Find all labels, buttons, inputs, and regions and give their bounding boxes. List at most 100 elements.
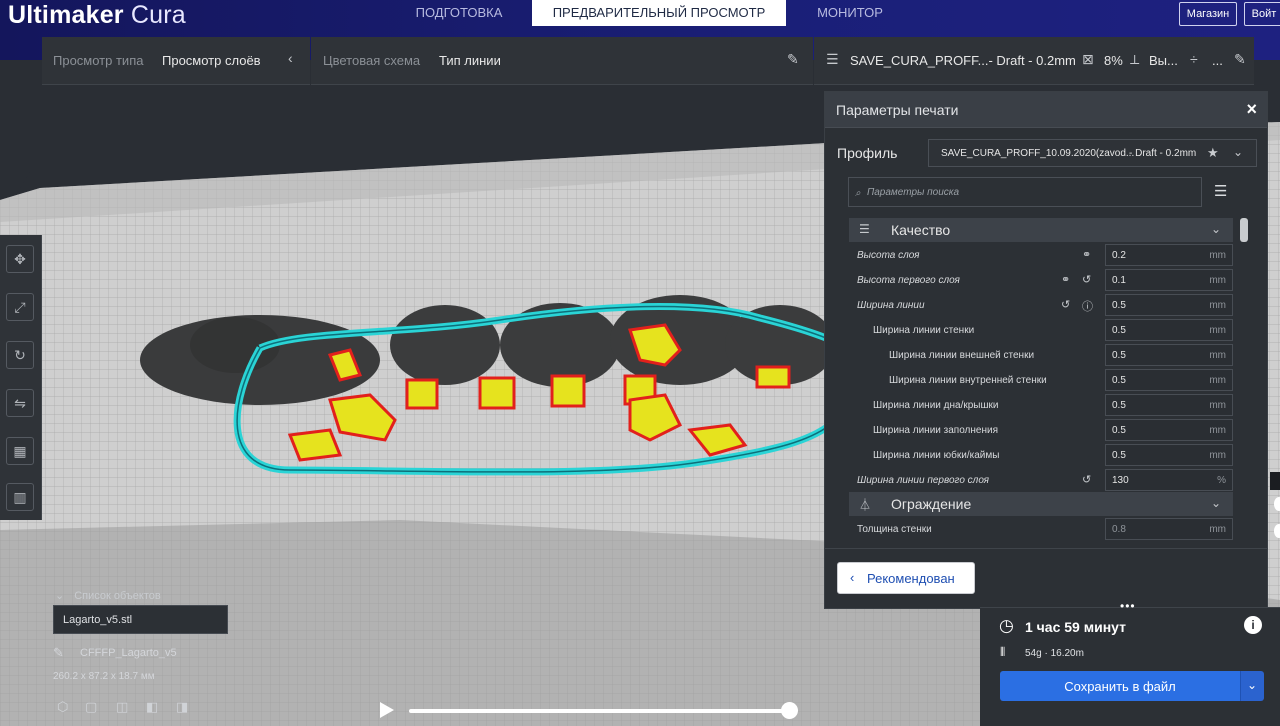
object-list-item[interactable]: Lagarto_v5.stl xyxy=(53,605,228,634)
setting-field[interactable]: 0.5 mm xyxy=(1105,319,1233,341)
rotate-tool-icon[interactable]: ↻ xyxy=(6,341,34,369)
profile-summary: SAVE_CURA_PROFF...- Draft - 0.2mm xyxy=(850,53,1076,68)
profile-quality: - Draft - 0.2mm xyxy=(1129,148,1197,159)
setting-field[interactable]: 0.5 mm xyxy=(1105,294,1233,316)
clock-icon: ◷ xyxy=(999,616,1014,635)
settings-search-input[interactable]: ⌕ Параметры поиска xyxy=(848,177,1202,207)
app-logo: Ultimaker Cura xyxy=(8,1,186,29)
signin-button[interactable]: Войт xyxy=(1244,2,1280,26)
recommended-button[interactable]: ‹ Рекомендован xyxy=(837,562,975,594)
search-icon: ⌕ xyxy=(855,188,861,199)
reset-icon[interactable]: ↺ xyxy=(1061,298,1070,311)
pencil-icon: ✎ xyxy=(787,51,799,67)
scale-tool-icon[interactable]: ⤢ xyxy=(6,293,34,321)
support-value: Вы... xyxy=(1149,53,1178,68)
category-quality[interactable]: ☰ Качество ⌄ xyxy=(849,218,1233,242)
setting-field[interactable]: 0.5 mm xyxy=(1105,394,1233,416)
tool-sidebar: ✥ ⤢ ↻ ⇋ ▦ ▥ xyxy=(0,235,42,520)
save-options-dropdown[interactable]: ⌄ xyxy=(1240,671,1264,701)
setting-field[interactable]: 0.1 mm xyxy=(1105,269,1233,291)
layer-slider-handle[interactable] xyxy=(1274,497,1280,511)
profile-label: Профиль xyxy=(837,145,898,161)
support-blocker-icon[interactable]: ▥ xyxy=(6,483,34,511)
setting-field[interactable]: 0.2 mm xyxy=(1105,244,1233,266)
setting-label: Высота первого слоя xyxy=(857,275,960,286)
print-settings-summary[interactable]: ☰ SAVE_CURA_PROFF...- Draft - 0.2mm ⊠ 8%… xyxy=(814,37,1254,85)
search-placeholder: Параметры поиска xyxy=(867,187,960,198)
move-tool-icon[interactable]: ✥ xyxy=(6,245,34,273)
model-dimensions: 260.2 x 87.2 x 18.7 мм xyxy=(53,671,155,682)
view-type-selector[interactable]: Просмотр типа Просмотр слоёв ‹ xyxy=(42,37,310,85)
reset-icon[interactable]: ↺ xyxy=(1082,473,1091,486)
play-icon[interactable] xyxy=(380,702,394,718)
setting-label: Ширина линии внешней стенки xyxy=(889,350,1035,361)
support-icon: ⟂ xyxy=(1130,51,1140,67)
front-view-icon[interactable]: ▢ xyxy=(85,699,101,715)
adhesion-icon: ÷ xyxy=(1190,51,1198,67)
spool-icon: ⦀ xyxy=(1000,645,1006,659)
per-model-settings-icon[interactable]: ▦ xyxy=(6,437,34,465)
print-estimate-panel: ••• ◷ 1 час 59 минут i ⦀ 54g · 16.20m Со… xyxy=(980,599,1280,726)
more-icon[interactable]: ••• xyxy=(1120,599,1136,613)
layer-slider-value[interactable] xyxy=(1270,472,1280,490)
setting-field[interactable]: 0.5 mm xyxy=(1105,419,1233,441)
category-title: Ограждение xyxy=(891,496,972,512)
chevron-down-icon: ⌄ xyxy=(1210,496,1221,510)
reset-icon[interactable]: ↺ xyxy=(1082,273,1091,286)
chevron-down-icon: ⌄ xyxy=(55,590,65,602)
chevron-left-icon: ‹ xyxy=(850,570,855,585)
panel-scrollbar[interactable] xyxy=(1240,218,1248,242)
profile-name: SAVE_CURA_PROFF_10.09.2020(zavod... xyxy=(941,148,1135,159)
pencil-icon[interactable]: ✎ xyxy=(53,645,64,661)
setting-label: Высота слоя xyxy=(857,250,920,261)
chevron-down-icon: ⌄ xyxy=(1247,678,1258,692)
tab-preview[interactable]: ПРЕДВАРИТЕЛЬНЫЙ ПРОСМОТР xyxy=(532,0,786,26)
setting-field[interactable]: 0.5 mm xyxy=(1105,369,1233,391)
pencil-icon: ✎ xyxy=(1234,51,1246,67)
view-type-value: Просмотр слоёв xyxy=(162,53,261,68)
category-shell[interactable]: ⏃ Ограждение ⌄ xyxy=(849,492,1233,516)
adhesion-value: ... xyxy=(1212,53,1223,68)
info-icon: ⓘ xyxy=(1082,301,1093,313)
color-scheme-label: Цветовая схема xyxy=(323,53,421,68)
layer-slider-handle[interactable] xyxy=(1274,524,1280,538)
slider-handle[interactable] xyxy=(781,702,798,719)
mirror-tool-icon[interactable]: ⇋ xyxy=(6,389,34,417)
setting-label: Ширина линии внутренней стенки xyxy=(889,375,1047,386)
setting-field[interactable]: 0.5 mm xyxy=(1105,444,1233,466)
material-usage: 54g · 16.20m xyxy=(1025,648,1084,659)
link-icon: ⚭ xyxy=(1082,249,1092,261)
divider xyxy=(825,548,1267,549)
view-type-label: Просмотр типа xyxy=(53,53,144,68)
simulation-slider[interactable] xyxy=(409,709,790,713)
menu-icon[interactable]: ☰ xyxy=(1214,182,1227,200)
tab-monitor[interactable]: МОНИТОР xyxy=(796,0,904,26)
job-name: CFFFP_Lagarto_v5 xyxy=(80,647,177,659)
color-scheme-selector[interactable]: Цветовая схема Тип линии ✎ xyxy=(311,37,813,85)
top-view-icon[interactable]: ◫ xyxy=(116,699,132,715)
tab-prepare[interactable]: ПОДГОТОВКА xyxy=(395,0,523,26)
setting-field[interactable]: 0.5 mm xyxy=(1105,344,1233,366)
profile-dropdown[interactable]: SAVE_CURA_PROFF_10.09.2020(zavod... - Dr… xyxy=(928,139,1257,167)
setting-label: Ширина линии стенки xyxy=(873,325,975,336)
profile-icon: ☰ xyxy=(826,51,839,67)
close-icon[interactable]: × xyxy=(1246,99,1257,120)
left-view-icon[interactable]: ◧ xyxy=(146,699,162,715)
info-icon[interactable]: i xyxy=(1244,616,1262,634)
3d-view-icon[interactable]: ⬡ xyxy=(57,699,73,715)
right-view-icon[interactable]: ◨ xyxy=(176,699,192,715)
save-to-file-button[interactable]: Сохранить в файл xyxy=(1000,671,1240,701)
chevron-left-icon: ‹ xyxy=(288,50,293,66)
setting-label: Ширина линии xyxy=(857,300,925,311)
setting-label: Ширина линии заполнения xyxy=(873,425,998,436)
quality-icon: ☰ xyxy=(859,222,870,236)
color-scheme-value: Тип линии xyxy=(439,53,501,68)
object-list-header[interactable]: ⌄ Список объектов xyxy=(55,589,161,602)
setting-label: Толщина стенки xyxy=(857,524,932,535)
star-icon[interactable]: ★ xyxy=(1207,145,1219,161)
marketplace-button[interactable]: Магазин xyxy=(1179,2,1237,26)
infill-percent: 8% xyxy=(1104,53,1123,68)
category-title: Качество xyxy=(891,222,951,238)
setting-field[interactable]: 130% xyxy=(1105,469,1233,491)
setting-field[interactable]: 0.8 mm xyxy=(1105,518,1233,540)
